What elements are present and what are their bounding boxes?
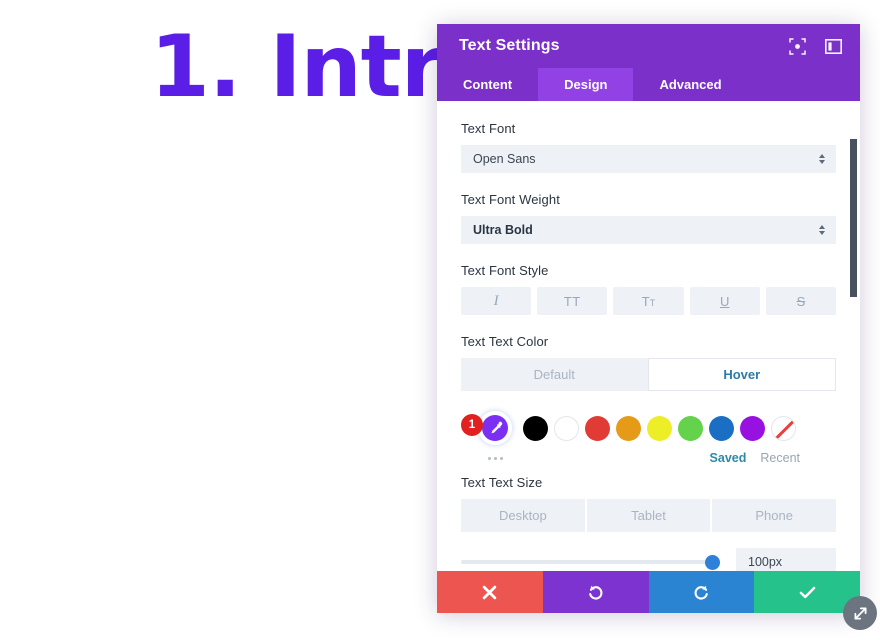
color-index-badge[interactable]: 1 <box>461 414 483 436</box>
color-state-hover-label: Hover <box>723 367 761 382</box>
titlebar-icon-group <box>788 37 842 55</box>
color-state-toggle: Default Hover <box>461 358 836 391</box>
text-font-weight-label: Text Font Weight <box>461 192 560 207</box>
device-tab-desktop[interactable]: Desktop <box>461 499 585 532</box>
text-size-input[interactable]: 100px <box>736 548 836 571</box>
underline-icon: U <box>720 293 730 309</box>
chevron-updown-icon <box>819 154 825 164</box>
underline-button[interactable]: U <box>689 287 760 315</box>
swatch-green[interactable] <box>678 415 703 441</box>
small-caps-button[interactable]: TT <box>613 287 684 315</box>
swatch-red[interactable] <box>585 415 610 441</box>
italic-button[interactable]: I <box>461 287 532 315</box>
color-state-hover[interactable]: Hover <box>647 358 836 391</box>
modal-title: Text Settings <box>459 37 560 54</box>
device-tab-desktop-label: Desktop <box>498 508 547 523</box>
close-icon <box>483 585 497 599</box>
device-tab-tablet[interactable]: Tablet <box>584 499 711 532</box>
strikethrough-icon: S <box>796 293 806 309</box>
small-caps-icon: TT <box>641 293 656 309</box>
tab-design[interactable]: Design <box>538 68 634 101</box>
color-index-badge-label: 1 <box>468 419 476 431</box>
tab-content[interactable]: Content <box>437 68 538 101</box>
slider-knob[interactable] <box>705 554 720 570</box>
swatch-blue[interactable] <box>709 415 734 441</box>
device-tab-phone-label: Phone <box>755 508 793 523</box>
uppercase-button[interactable]: TT <box>537 287 608 315</box>
page-root: 1. Intro Text Settings Content Design Ad… <box>0 0 880 640</box>
field-text-text-color: Text Text Color Default Hover 1 Saved Re… <box>461 334 836 469</box>
eyedropper-icon <box>491 421 502 433</box>
uppercase-icon: TT <box>563 293 581 309</box>
text-settings-modal: Text Settings Content Design Advanced Te… <box>437 24 877 630</box>
slider-track <box>461 560 720 564</box>
modal-tab-bar: Content Design Advanced <box>437 68 860 101</box>
tab-content-label: Content <box>463 77 513 92</box>
text-font-weight-select[interactable]: Ultra Bold <box>461 216 836 244</box>
device-tab-tablet-label: Tablet <box>631 508 666 523</box>
tab-advanced-label: Advanced <box>659 77 722 92</box>
text-font-value: Open Sans <box>473 152 536 166</box>
active-color-swatch-group: 1 <box>461 411 513 445</box>
palette-tab-recent[interactable]: Recent <box>760 451 800 465</box>
modal-titlebar: Text Settings <box>437 24 860 68</box>
resize-handle-icon[interactable] <box>843 596 877 630</box>
redo-button[interactable] <box>648 571 755 613</box>
palette-source-tabs: Saved Recent <box>710 451 836 465</box>
tab-design-label: Design <box>564 77 608 92</box>
swatch-orange[interactable] <box>616 415 641 441</box>
focus-icon[interactable] <box>788 37 806 55</box>
swatch-white[interactable] <box>554 415 579 441</box>
text-text-size-label: Text Text Size <box>461 475 543 490</box>
palette-tab-saved[interactable]: Saved <box>710 451 747 465</box>
field-text-font: Text Font Open Sans <box>461 121 836 173</box>
check-icon <box>799 586 815 598</box>
field-text-font-weight: Text Font Weight Ultra Bold <box>461 192 836 244</box>
undo-button[interactable] <box>542 571 649 613</box>
color-palette-area: 1 Saved Recent <box>461 411 836 469</box>
italic-icon: I <box>493 292 499 309</box>
modal-scrollbar-thumb[interactable] <box>850 139 857 297</box>
color-swatch-row: 1 <box>461 411 836 445</box>
tab-advanced[interactable]: Advanced <box>633 68 747 101</box>
color-state-default[interactable]: Default <box>461 358 648 391</box>
text-size-slider-row: 100px <box>461 548 836 571</box>
strikethrough-button[interactable]: S <box>765 287 837 315</box>
field-text-font-style: Text Font Style I TT TT U S <box>461 263 837 315</box>
font-style-button-group: I TT TT U S <box>461 287 837 315</box>
modal-footer <box>437 571 860 613</box>
more-colors-button[interactable] <box>461 456 513 460</box>
cancel-button[interactable] <box>437 571 543 613</box>
redo-icon <box>694 585 708 600</box>
text-text-color-label: Text Text Color <box>461 334 549 349</box>
color-state-default-label: Default <box>533 367 575 382</box>
swatch-none[interactable] <box>771 415 796 441</box>
split-panel-icon[interactable] <box>824 37 842 55</box>
device-tab-phone[interactable]: Phone <box>710 499 837 532</box>
text-font-style-label: Text Font Style <box>461 263 549 278</box>
text-font-select[interactable]: Open Sans <box>461 145 836 173</box>
field-text-text-size: Text Text Size Desktop Tablet Phone 100p… <box>461 475 837 571</box>
swatch-purple[interactable] <box>740 415 765 441</box>
device-toggle-group: Desktop Tablet Phone <box>461 499 837 532</box>
text-size-slider[interactable] <box>461 552 720 571</box>
text-size-value: 100px <box>748 555 783 569</box>
color-palette-footer: Saved Recent <box>461 447 836 469</box>
swatch-yellow[interactable] <box>647 415 672 441</box>
active-color-swatch[interactable] <box>482 415 508 441</box>
text-font-label: Text Font <box>461 121 516 136</box>
undo-icon <box>589 585 603 600</box>
text-font-weight-value: Ultra Bold <box>473 223 533 237</box>
swatch-black[interactable] <box>523 415 548 441</box>
chevron-updown-icon <box>819 225 825 235</box>
modal-body: Text Font Open Sans Text Font Weight Ult… <box>437 101 860 571</box>
